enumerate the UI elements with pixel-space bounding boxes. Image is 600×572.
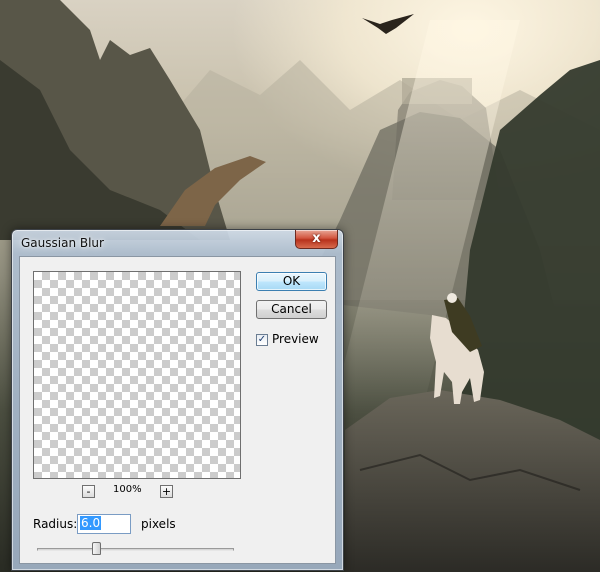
dialog-client-area: - 100% + OK Cancel ✓ Preview Radius: 6.0… xyxy=(19,256,336,564)
dialog-title: Gaussian Blur xyxy=(21,236,104,250)
gaussian-blur-dialog: Gaussian Blur x - 100% + OK Cancel ✓ Pre… xyxy=(11,229,344,571)
zoom-level: 100% xyxy=(113,484,142,495)
close-icon: x xyxy=(312,231,321,246)
close-button[interactable]: x xyxy=(295,230,338,249)
plus-icon: + xyxy=(161,485,172,498)
preview-checkbox[interactable]: ✓ xyxy=(256,334,268,346)
ok-button[interactable]: OK xyxy=(256,272,327,291)
dialog-titlebar[interactable]: Gaussian Blur x xyxy=(12,230,343,256)
zoom-out-button[interactable]: - xyxy=(82,485,95,498)
preview-label[interactable]: Preview xyxy=(272,332,319,346)
minus-icon: - xyxy=(86,485,91,498)
radius-slider-thumb[interactable] xyxy=(92,542,101,555)
zoom-in-button[interactable]: + xyxy=(160,485,173,498)
radius-label: Radius: xyxy=(33,517,78,531)
units-label: pixels xyxy=(141,517,176,531)
blur-preview-pane[interactable] xyxy=(33,271,241,479)
eagle-top xyxy=(362,14,414,34)
check-icon: ✓ xyxy=(257,334,267,345)
radius-value-selected: 6.0 xyxy=(80,516,102,530)
radius-slider-track[interactable] xyxy=(37,548,234,551)
radius-input[interactable]: 6.0 xyxy=(77,514,131,534)
cancel-button[interactable]: Cancel xyxy=(256,300,327,319)
